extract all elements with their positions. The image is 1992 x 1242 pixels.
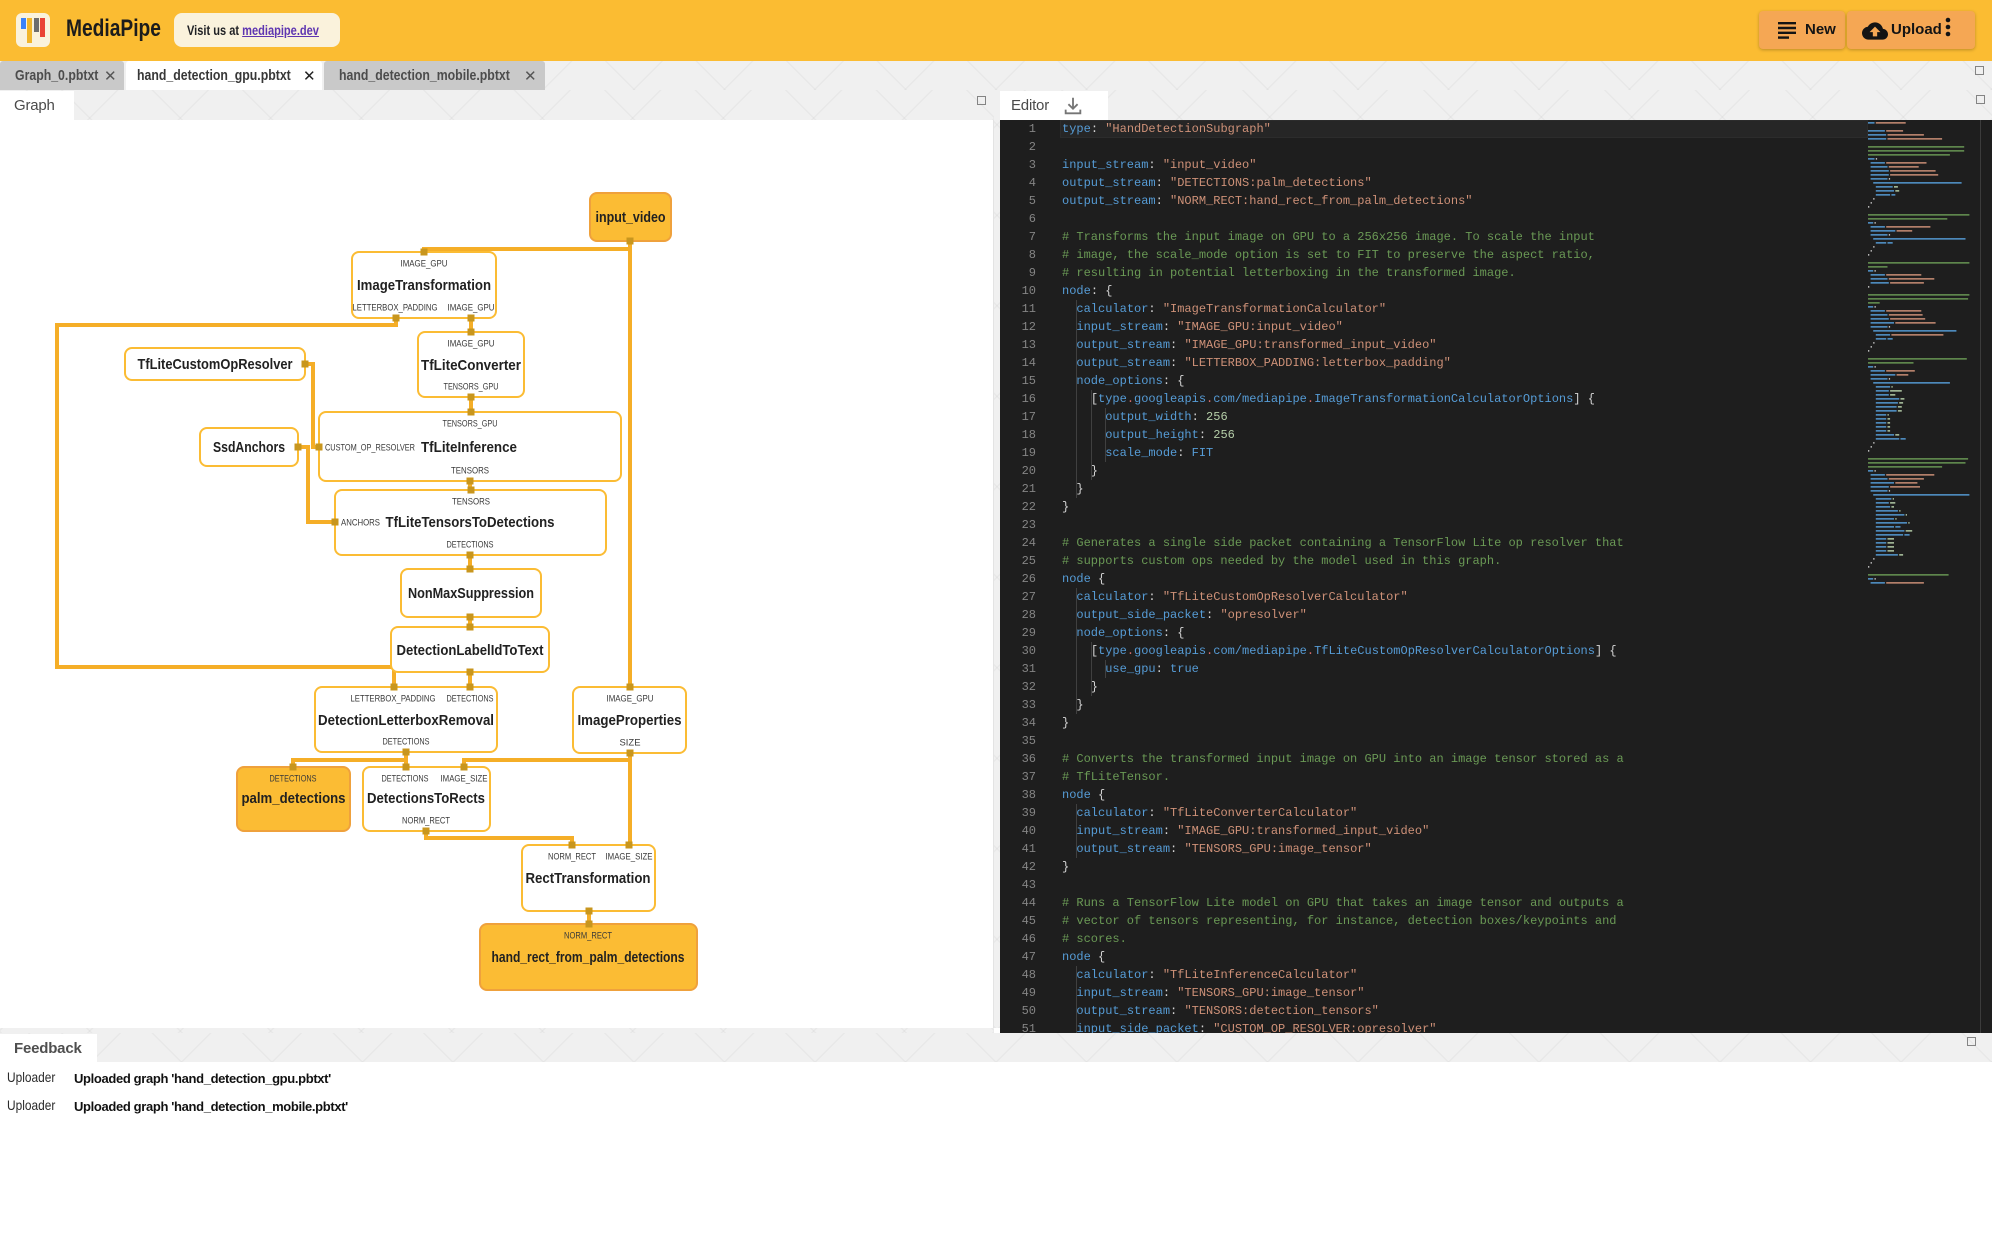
svg-text:DetectionsToRects: DetectionsToRects [367,790,485,807]
svg-text:IMAGE_GPU: IMAGE_GPU [448,303,495,313]
svg-text:CUSTOM_OP_RESOLVER: CUSTOM_OP_RESOLVER [325,443,415,453]
svg-text:DETECTIONS: DETECTIONS [383,737,430,747]
svg-text:LETTERBOX_PADDING: LETTERBOX_PADDING [353,303,438,313]
svg-text:TENSORS_GPU: TENSORS_GPU [444,382,499,392]
svg-text:LETTERBOX_PADDING: LETTERBOX_PADDING [351,694,436,704]
svg-text:DETECTIONS: DETECTIONS [447,694,494,704]
svg-text:TENSORS: TENSORS [451,466,489,476]
svg-text:TENSORS_GPU: TENSORS_GPU [443,419,498,429]
svg-text:NORM_RECT: NORM_RECT [548,852,596,862]
svg-text:TfLiteInference: TfLiteInference [421,439,517,456]
svg-text:ImageProperties: ImageProperties [578,712,682,729]
svg-text:TENSORS: TENSORS [452,497,490,507]
svg-text:ImageTransformation: ImageTransformation [357,277,491,294]
svg-text:IMAGE_GPU: IMAGE_GPU [448,339,495,349]
svg-text:IMAGE_GPU: IMAGE_GPU [401,259,448,269]
svg-text:input_video: input_video [596,209,666,226]
svg-text:IMAGE_GPU: IMAGE_GPU [607,694,654,704]
svg-text:DETECTIONS: DETECTIONS [270,774,317,784]
svg-text:TfLiteConverter: TfLiteConverter [421,357,521,374]
svg-text:hand_rect_from_palm_detections: hand_rect_from_palm_detections [492,949,685,966]
svg-text:DetectionLetterboxRemoval: DetectionLetterboxRemoval [318,712,494,729]
svg-text:DetectionLabelIdToText: DetectionLabelIdToText [397,642,544,659]
svg-text:SIZE: SIZE [620,738,641,748]
svg-text:TfLiteTensorsToDetections: TfLiteTensorsToDetections [386,514,555,531]
svg-text:NORM_RECT: NORM_RECT [564,931,612,941]
svg-text:ANCHORS: ANCHORS [341,518,380,528]
svg-text:RectTransformation: RectTransformation [526,870,651,887]
svg-text:NORM_RECT: NORM_RECT [402,816,450,826]
svg-text:IMAGE_SIZE: IMAGE_SIZE [606,852,653,862]
svg-text:SsdAnchors: SsdAnchors [213,439,285,456]
svg-text:palm_detections: palm_detections [242,790,346,807]
svg-text:NonMaxSuppression: NonMaxSuppression [408,585,534,602]
svg-text:DETECTIONS: DETECTIONS [447,540,494,550]
svg-text:TfLiteCustomOpResolver: TfLiteCustomOpResolver [138,356,293,373]
svg-text:IMAGE_SIZE: IMAGE_SIZE [441,774,488,784]
svg-text:DETECTIONS: DETECTIONS [382,774,429,784]
